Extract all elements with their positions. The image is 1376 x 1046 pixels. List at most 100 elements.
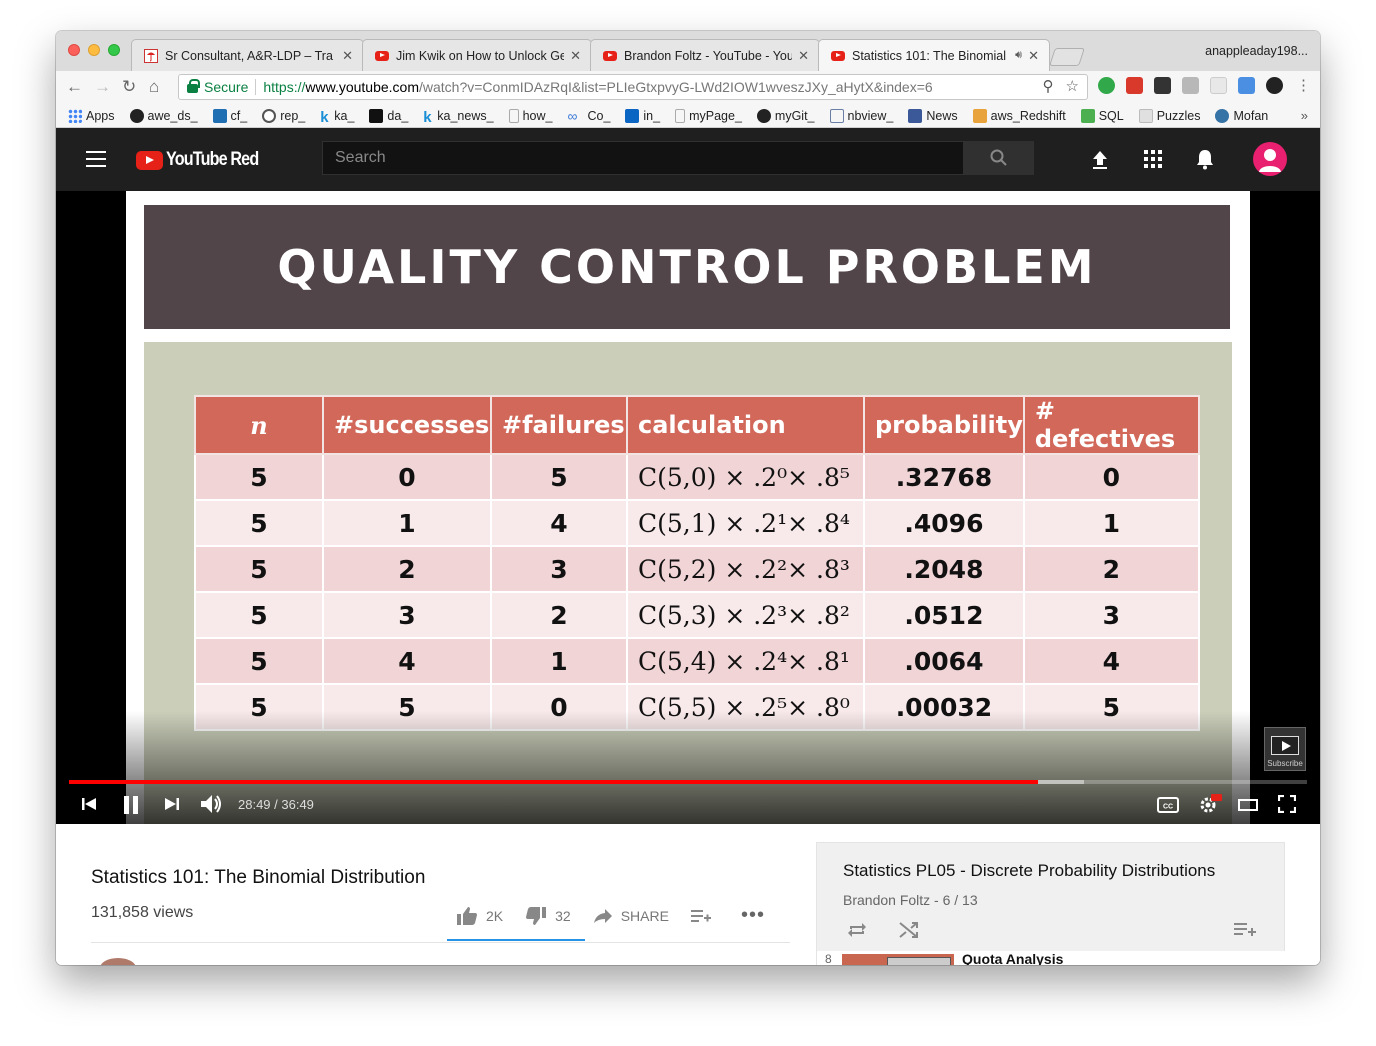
tab-2[interactable]: Jim Kwik on How to Unlock Ge ✕ bbox=[362, 39, 592, 71]
star-icon[interactable]: ☆ bbox=[1066, 77, 1079, 95]
shuffle-icon[interactable] bbox=[899, 921, 919, 939]
like-button[interactable]: 2K bbox=[456, 906, 503, 926]
speaker-icon[interactable]: 🔊︎ bbox=[1015, 49, 1022, 62]
extension-icon[interactable] bbox=[1182, 77, 1199, 94]
url-host: www.youtube.com bbox=[305, 79, 419, 95]
search-button[interactable] bbox=[963, 141, 1034, 175]
upload-icon[interactable] bbox=[1091, 150, 1109, 170]
bookmark-icon bbox=[369, 108, 384, 123]
extension-icon[interactable] bbox=[1098, 77, 1115, 94]
extension-icon[interactable] bbox=[1154, 77, 1171, 94]
bookmark-item[interactable]: Puzzles bbox=[1138, 108, 1200, 123]
playlist-title[interactable]: Statistics PL05 - Discrete Probability D… bbox=[843, 861, 1215, 881]
zoom-icon[interactable]: ⚲ bbox=[1043, 77, 1054, 95]
playlist-add-icon[interactable] bbox=[1234, 921, 1256, 939]
bookmark-item[interactable]: da_ bbox=[369, 108, 408, 123]
extension-icon[interactable] bbox=[1238, 77, 1255, 94]
profile-name[interactable]: anappleaday198... bbox=[1205, 44, 1308, 58]
tab-bar: Sr Consultant, A&R-LDP – Tra ✕ Jim Kwik … bbox=[56, 31, 1320, 71]
youtube-icon bbox=[831, 49, 845, 63]
divider bbox=[91, 942, 790, 943]
bookmark-item[interactable]: News bbox=[908, 108, 958, 123]
dislike-button[interactable]: 32 bbox=[525, 906, 571, 926]
table-row: 5 4 1 C(5,4) × .2⁴× .8¹ .0064 4 bbox=[194, 637, 1200, 685]
bookmark-item[interactable]: myGit_ bbox=[756, 108, 815, 123]
bookmark-item[interactable]: how_ bbox=[508, 108, 552, 123]
extension-icon[interactable] bbox=[1210, 77, 1227, 94]
cell-defectives: 0 bbox=[1022, 453, 1200, 501]
maximize-window-button[interactable] bbox=[108, 44, 120, 56]
bookmark-item[interactable]: nbview_ bbox=[829, 108, 893, 123]
close-icon[interactable]: ✕ bbox=[1028, 48, 1039, 64]
forward-icon[interactable]: → bbox=[94, 77, 111, 97]
previous-icon[interactable] bbox=[81, 796, 97, 812]
back-icon[interactable]: ← bbox=[66, 77, 83, 97]
tab-4-title: Statistics 101: The Binomial bbox=[852, 48, 1007, 63]
more-actions-button[interactable]: ••• bbox=[741, 904, 765, 927]
pause-icon[interactable] bbox=[122, 796, 140, 814]
minimize-window-button[interactable] bbox=[88, 44, 100, 56]
youtube-icon bbox=[375, 49, 389, 63]
bookmark-item[interactable]: myPage_ bbox=[675, 108, 742, 123]
fullscreen-icon[interactable] bbox=[1278, 795, 1296, 813]
captions-icon[interactable]: CC bbox=[1157, 797, 1179, 813]
page-icon bbox=[675, 108, 686, 123]
search-input[interactable] bbox=[322, 141, 964, 175]
cell-defectives: 4 bbox=[1022, 637, 1200, 685]
channel-avatar[interactable] bbox=[100, 958, 136, 965]
youtube-red-logo[interactable]: YouTube Red bbox=[136, 149, 275, 171]
close-window-button[interactable] bbox=[68, 44, 80, 56]
bookmark-item[interactable]: ∞ Co_ bbox=[567, 109, 610, 123]
bookmark-item[interactable]: rep_ bbox=[262, 108, 305, 123]
avatar[interactable] bbox=[1253, 142, 1287, 176]
close-icon[interactable]: ✕ bbox=[798, 48, 809, 64]
video-player[interactable]: QUALITY CONTROL PROBLEM n #successes #fa… bbox=[56, 191, 1320, 824]
bookmark-item[interactable]: awe_ds_ bbox=[129, 108, 198, 123]
tab-1-title: Sr Consultant, A&R-LDP – Tra bbox=[165, 48, 333, 63]
k-icon: k bbox=[423, 108, 432, 126]
played-bar bbox=[69, 780, 1039, 784]
close-icon[interactable]: ✕ bbox=[570, 48, 581, 64]
extension-icon[interactable] bbox=[1266, 77, 1283, 94]
menu-dots-icon[interactable]: ⋮ bbox=[1296, 76, 1311, 94]
close-icon[interactable]: ✕ bbox=[342, 48, 353, 64]
search-icon bbox=[990, 149, 1007, 166]
bookmarks-bar: Apps awe_ds_ cf_ rep_ k ka_ da_ k ka_news_… bbox=[56, 104, 1320, 128]
bookmark-item[interactable]: aws_Redshift bbox=[972, 108, 1066, 123]
cell-calculation: C(5,2) × .2²× .8³ bbox=[626, 545, 865, 593]
share-button[interactable]: SHARE bbox=[593, 908, 669, 924]
theater-mode-icon[interactable] bbox=[1238, 798, 1258, 812]
home-icon[interactable]: ⌂ bbox=[149, 77, 159, 97]
bell-icon[interactable] bbox=[1196, 149, 1214, 170]
hamburger-menu-icon[interactable] bbox=[86, 151, 106, 167]
binomial-table: n #successes #failures calculation proba… bbox=[194, 395, 1200, 731]
tab-4-active[interactable]: Statistics 101: The Binomial 🔊︎ ✕ bbox=[818, 39, 1050, 71]
chevron-right-icon[interactable]: » bbox=[1301, 108, 1308, 123]
apps-grid-icon[interactable] bbox=[1144, 150, 1162, 168]
extension-icon[interactable] bbox=[1126, 77, 1143, 94]
cell-calculation: C(5,1) × .2¹× .8⁴ bbox=[626, 499, 865, 547]
bookmark-item[interactable]: k ka_news_ bbox=[423, 108, 493, 126]
bookmark-apps[interactable]: Apps bbox=[68, 108, 115, 123]
bookmark-item[interactable]: cf_ bbox=[212, 108, 247, 123]
address-bar[interactable]: Secure https:// www.youtube.com /watch?v… bbox=[178, 74, 1088, 100]
next-icon[interactable] bbox=[164, 796, 180, 812]
loop-icon[interactable] bbox=[847, 921, 867, 939]
add-to-playlist-button[interactable] bbox=[690, 908, 719, 924]
tab-3[interactable]: Brandon Foltz - YouTube - You ✕ bbox=[590, 39, 820, 71]
bookmark-item[interactable]: Mofan bbox=[1215, 108, 1268, 123]
settings-gear-icon[interactable] bbox=[1198, 793, 1222, 815]
playlist-item[interactable]: 8 Quota Analysis bbox=[817, 951, 1286, 965]
tab-1[interactable]: Sr Consultant, A&R-LDP – Tra ✕ bbox=[131, 39, 364, 71]
subscribe-watermark[interactable]: Subscribe bbox=[1264, 727, 1306, 771]
volume-icon[interactable] bbox=[200, 794, 224, 814]
youtube-play-icon bbox=[1271, 736, 1299, 755]
progress-bar[interactable] bbox=[69, 780, 1307, 784]
new-tab-button[interactable] bbox=[1049, 48, 1085, 66]
cell-n: 5 bbox=[194, 453, 324, 501]
bookmark-item[interactable]: SQL bbox=[1080, 108, 1124, 123]
reload-icon[interactable]: ↻ bbox=[122, 77, 136, 97]
bookmark-item[interactable]: k ka_ bbox=[320, 109, 354, 126]
share-label: SHARE bbox=[620, 907, 669, 924]
bookmark-item[interactable]: in_ bbox=[625, 108, 660, 123]
